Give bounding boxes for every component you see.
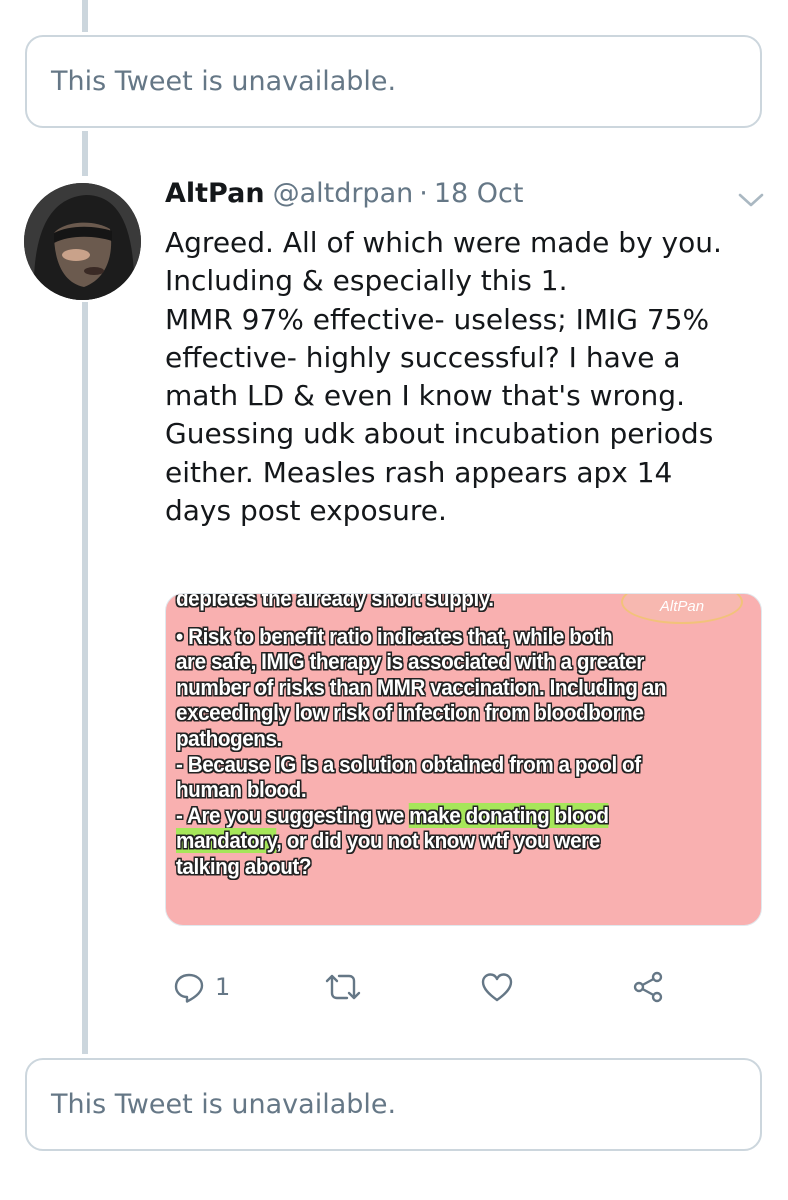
tweet-text-line: either. Measles rash appears apx 14 [165,455,673,489]
share-button[interactable] [631,965,665,1009]
media-line: - Because IG is a solution obtained from… [176,751,641,777]
tweet-text-line: Agreed. All of which were made by you. [165,226,722,259]
reply-button[interactable]: 1 [173,965,230,1009]
tweet-text-line: math LD & even I know that's wrong. [165,379,685,413]
unavailable-tweet-top[interactable]: This Tweet is unavailable. [25,35,762,128]
tweet-actions: 1 [165,965,705,1009]
like-button[interactable] [480,965,514,1009]
media-line: talking about? [176,853,312,879]
tweet-text-line: MMR 97% effective- useless; IMIG 75% [165,302,710,336]
retweet-button[interactable] [323,965,363,1009]
tweet-text-line: Guessing udk about incubation periods [165,417,714,451]
reply-count: 1 [215,973,231,1001]
thread-line-top [82,0,88,32]
avatar-image [24,183,141,300]
media-text: depletes the already short supply. • Ris… [176,593,746,880]
unavailable-tweet-bottom[interactable]: This Tweet is unavailable. [25,1058,762,1151]
media-highlight: mandatory [176,828,277,854]
tweet-date[interactable]: 18 Oct [434,178,524,209]
avatar[interactable] [24,183,141,300]
header-separator: · [419,178,428,209]
tweet-text: Agreed. All of which were made by you. I… [165,224,765,530]
tweet-media-image[interactable]: AltPan depletes the already short supply… [165,593,762,926]
share-icon [633,971,663,1003]
media-line: - Are you suggesting we make donating bl… [176,802,746,829]
heart-icon [481,973,513,1002]
media-text-segment: , or did you not know wtf you were [276,828,600,854]
unavailable-tweet-text: This Tweet is unavailable. [51,66,397,97]
chevron-down-icon [738,193,764,207]
media-line: • Risk to benefit ratio indicates that, … [176,623,613,649]
media-line: exceedingly low risk of infection from b… [176,700,644,726]
media-highlight: make donating blood [409,802,609,828]
tweet-text-line: effective- highly successful? I have a [165,340,681,374]
user-handle[interactable]: @altdrpan [273,178,414,209]
media-line: pathogens. [176,725,282,751]
tweet-text-line: Including & especially this 1. [165,264,568,298]
more-options-button[interactable] [736,190,766,214]
tweet-header: AltPan @altdrpan · 18 Oct [165,178,748,218]
media-line: depletes the already short supply. [176,593,494,611]
media-line: are safe, IMIG therapy is associated wit… [176,649,644,675]
thread-line-middle [82,131,88,176]
media-text-segment: - Are you suggesting we [176,802,410,828]
media-line: human blood. [176,777,307,803]
media-line: number of risks than MMR vaccination. In… [176,674,666,700]
retweet-icon [325,974,361,1000]
thread-line-bottom [82,302,88,1054]
tweet-text-line: days post exposure. [165,494,447,528]
reply-icon [174,973,204,1003]
unavailable-tweet-text: This Tweet is unavailable. [51,1089,397,1120]
media-line: mandatory, or did you not know wtf you w… [176,828,746,854]
display-name[interactable]: AltPan [165,178,265,209]
